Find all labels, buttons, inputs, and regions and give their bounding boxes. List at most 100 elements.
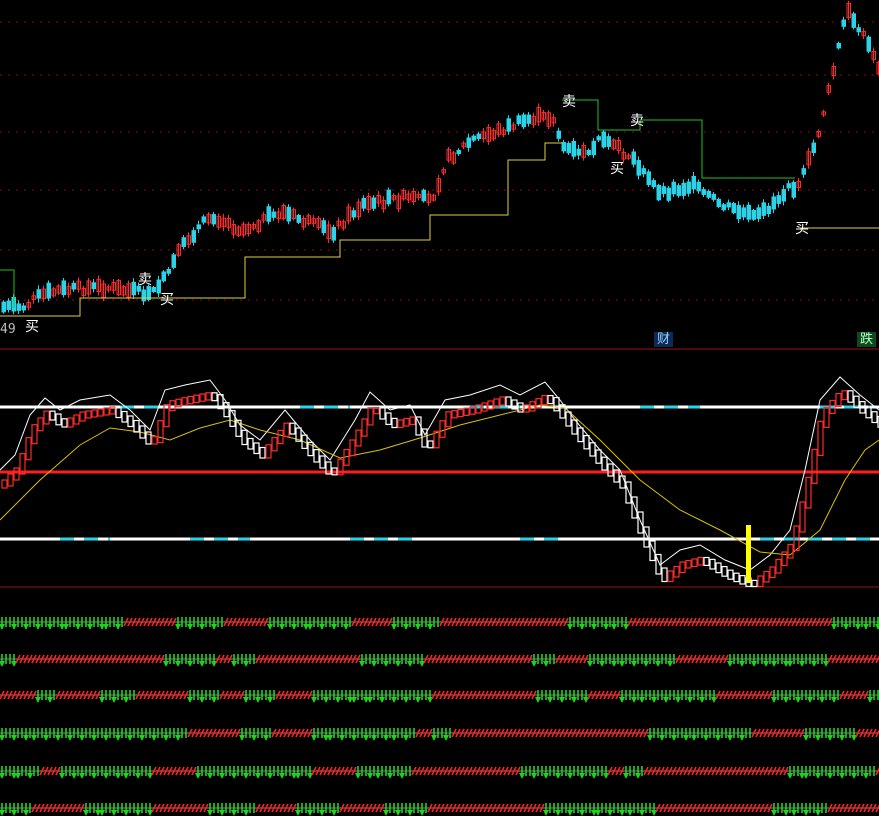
signal-arrow-down-head (267, 773, 273, 779)
candle (576, 148, 581, 156)
signal-arrow-down-head (819, 697, 825, 703)
candle (686, 181, 691, 194)
signal-arrow-down-head (391, 624, 397, 630)
signal-arrow-down-head (383, 735, 389, 741)
signal-arrow-down-head (231, 661, 237, 667)
signal-arrow-down-head (567, 773, 573, 779)
candle (811, 142, 816, 153)
signal-arrow-down-head (307, 810, 313, 816)
signal-arrow-down-head (23, 735, 29, 741)
signal-arrow-down-head (163, 661, 169, 667)
signal-arrow-down-head (59, 773, 65, 779)
signal-arrow-down-head (103, 773, 109, 779)
oscillator-block (691, 558, 698, 568)
signal-arrow-down-head (415, 624, 421, 630)
signal-arrow-down-head (543, 661, 549, 667)
oscillator-block (187, 395, 194, 405)
candle (1, 301, 6, 313)
signal-arrow-down-head (23, 810, 29, 816)
signal-arrow-down-head (587, 661, 593, 667)
signal-arrow-down-head (727, 661, 733, 667)
signal-arrow-down-head (771, 661, 777, 667)
oscillator-block (277, 429, 284, 445)
signal-arrow-down-head (875, 624, 879, 630)
signal-arrow-down-head (403, 735, 409, 741)
sell-signal-label: 卖 (138, 272, 152, 288)
signal-arrow-down-head (123, 810, 129, 816)
signal-arrow-down-head (291, 624, 297, 630)
candle (526, 114, 531, 124)
candle (676, 185, 681, 196)
oscillator-block (547, 394, 554, 405)
oscillator-block (157, 420, 164, 444)
signal-arrow-down-head (267, 697, 273, 703)
oscillator-block (679, 561, 686, 574)
signal-arrow-down-head (187, 697, 193, 703)
signal-arrow-down-head (279, 624, 285, 630)
signal-arrow-down-head (0, 735, 5, 741)
signal-arrow-down-head (443, 735, 449, 741)
candle (701, 189, 706, 195)
signal-arrow-down-head (407, 661, 413, 667)
signal-arrow-down-head (239, 735, 245, 741)
candle (756, 207, 761, 219)
signal-arrow-down-head (531, 661, 537, 667)
signal-arrow-down-head (83, 810, 89, 816)
signal-arrow-down-head (367, 697, 373, 703)
signal-arrow-down-head (279, 773, 285, 779)
signal-arrow-down-head (135, 810, 141, 816)
buy-signal-label: 买 (160, 292, 174, 308)
signal-arrow-down-head (559, 697, 565, 703)
signal-arrow-down-head (243, 773, 249, 779)
signal-arrow-down-head (783, 697, 789, 703)
signal-arrow-down-head (611, 661, 617, 667)
signal-arrow-down-head (683, 735, 689, 741)
signal-arrow-down-head (195, 773, 201, 779)
oscillator-block (283, 422, 290, 438)
candle (171, 254, 176, 268)
signal-arrow-down-head (139, 735, 145, 741)
signal-arrow-down-head (311, 697, 317, 703)
candle (191, 230, 196, 243)
signal-arrow-down-head (243, 697, 249, 703)
candle (696, 181, 701, 192)
signal-arrow-down-head (295, 810, 301, 816)
signal-arrow-down-head (667, 661, 673, 667)
candle (331, 226, 336, 241)
oscillator-block (37, 417, 44, 432)
signal-arrow-down-head (651, 697, 657, 703)
signal-arrow-down-head (199, 697, 205, 703)
oscillator-block (271, 437, 278, 452)
signal-arrow-down-head (519, 773, 525, 779)
candle (36, 289, 41, 299)
candle (786, 183, 791, 189)
candle (361, 197, 366, 209)
candle (351, 210, 356, 218)
oscillator-block (67, 417, 74, 428)
candle (791, 181, 796, 198)
signal-arrow-down-head (11, 735, 17, 741)
signal-arrow-down-head (175, 735, 181, 741)
candle (211, 214, 216, 225)
signal-arrow-down-head (335, 697, 341, 703)
signal-arrow-down-head (351, 735, 357, 741)
signal-arrow-down-head (323, 697, 329, 703)
candle (566, 142, 571, 154)
signal-arrow-down-head (383, 661, 389, 667)
signal-arrow-down-head (135, 773, 141, 779)
signal-arrow-down-head (803, 773, 809, 779)
signal-arrow-down-head (787, 773, 793, 779)
oscillator-block (79, 411, 86, 422)
oscillator-block (355, 429, 362, 447)
candle (456, 149, 461, 155)
candle (561, 142, 566, 152)
oscillator-block (289, 422, 296, 435)
signal-arrow-down-head (11, 624, 17, 630)
signal-arrow-down-head (791, 810, 797, 816)
signal-arrow-down-head (391, 697, 397, 703)
signal-arrow-down-head (787, 661, 793, 667)
candle (506, 118, 511, 132)
signal-arrow-down-head (631, 697, 637, 703)
oscillator-block (253, 442, 260, 455)
signal-arrow-down-head (815, 735, 821, 741)
